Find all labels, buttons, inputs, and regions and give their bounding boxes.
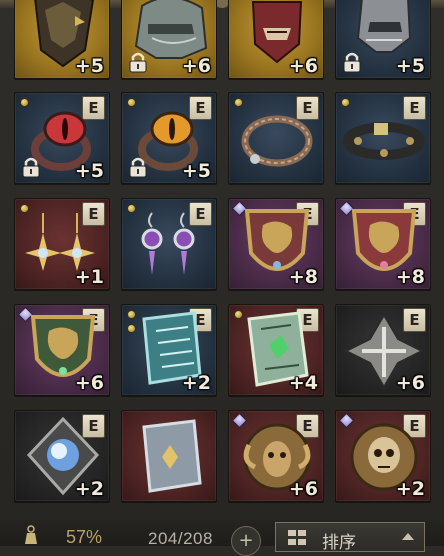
amethyst-earrings-icon <box>141 212 195 275</box>
item-level: +6 <box>74 372 104 394</box>
item-level: +8 <box>395 266 425 288</box>
item-slot-amethyst-earrings[interactable]: E <box>121 198 217 290</box>
item-slot-lion-crest-shield[interactable]: E +6 <box>14 304 110 396</box>
braided-bracelet-icon <box>241 115 313 167</box>
item-level: +4 <box>288 372 318 394</box>
item-slot-dragon-helm[interactable]: +5 <box>14 0 110 79</box>
inventory-panel: +5 +6 +6 +5 E +5 E +5 E E E +1 E +8 +8 +… <box>0 0 444 556</box>
lock-icon <box>343 52 361 73</box>
silver-tome-icon <box>142 419 202 493</box>
expand-slots-button[interactable]: + <box>231 526 261 556</box>
sort-button[interactable]: 排序 <box>275 522 425 553</box>
item-slot-rune-tome[interactable]: E +2 <box>121 304 217 396</box>
item-slot-braided-bracelet[interactable]: E <box>228 92 324 184</box>
sort-icon <box>288 530 306 545</box>
item-level: +2 <box>181 372 211 394</box>
item-slot-lion-crest-shield[interactable]: E +8 <box>335 198 431 290</box>
sort-label: 排序 <box>322 533 356 553</box>
item-level: +8 <box>288 266 318 288</box>
item-slot-green-rune-tome[interactable]: E +4 <box>228 304 324 396</box>
item-slot-amber-eye-ring[interactable]: E +5 <box>121 92 217 184</box>
item-level: +6 <box>288 478 318 500</box>
item-grid: +5 +6 +6 +5 E +5 E +5 E E E +1 E +8 +8 +… <box>0 0 444 520</box>
lock-icon <box>22 157 40 178</box>
item-level: +6 <box>395 372 425 394</box>
item-level: +2 <box>395 478 425 500</box>
item-slot-steel-helm[interactable]: +6 <box>121 0 217 79</box>
studded-belt-icon <box>343 122 425 160</box>
item-level: +5 <box>74 55 104 77</box>
item-level: +2 <box>74 478 104 500</box>
item-level: +1 <box>74 266 104 288</box>
item-level: +6 <box>288 55 318 77</box>
item-level: +6 <box>181 55 211 77</box>
item-level: +5 <box>181 160 211 182</box>
item-slot-lion-crest-shield[interactable]: E +8 <box>228 198 324 290</box>
lock-icon <box>129 157 147 178</box>
lock-icon <box>129 52 147 73</box>
item-level: +5 <box>395 55 425 77</box>
inventory-footer: 57% 204/208 + 排序 <box>0 520 444 556</box>
item-slot-gold-star-earrings[interactable]: E +1 <box>14 198 110 290</box>
caret-up-icon <box>402 533 414 540</box>
item-slot-red-eye-ring[interactable]: E +5 <box>14 92 110 184</box>
item-slot-knight-helm[interactable]: +5 <box>335 0 431 79</box>
item-slot-silver-tome[interactable] <box>121 410 217 502</box>
item-slot-studded-belt[interactable]: E <box>335 92 431 184</box>
slot-count: 204/208 <box>148 529 213 548</box>
item-slot-skull-relic[interactable]: E +2 <box>335 410 431 502</box>
item-slot-demon-mask-helm[interactable]: +6 <box>228 0 324 79</box>
capacity-percent: 57% <box>66 527 103 547</box>
item-level: +5 <box>74 160 104 182</box>
item-slot-orb-amulet[interactable]: E +2 <box>14 410 110 502</box>
weight-icon <box>25 525 37 544</box>
item-slot-ram-skull-relic[interactable]: E +6 <box>228 410 324 502</box>
item-slot-bone-sigil[interactable]: E +6 <box>335 304 431 396</box>
